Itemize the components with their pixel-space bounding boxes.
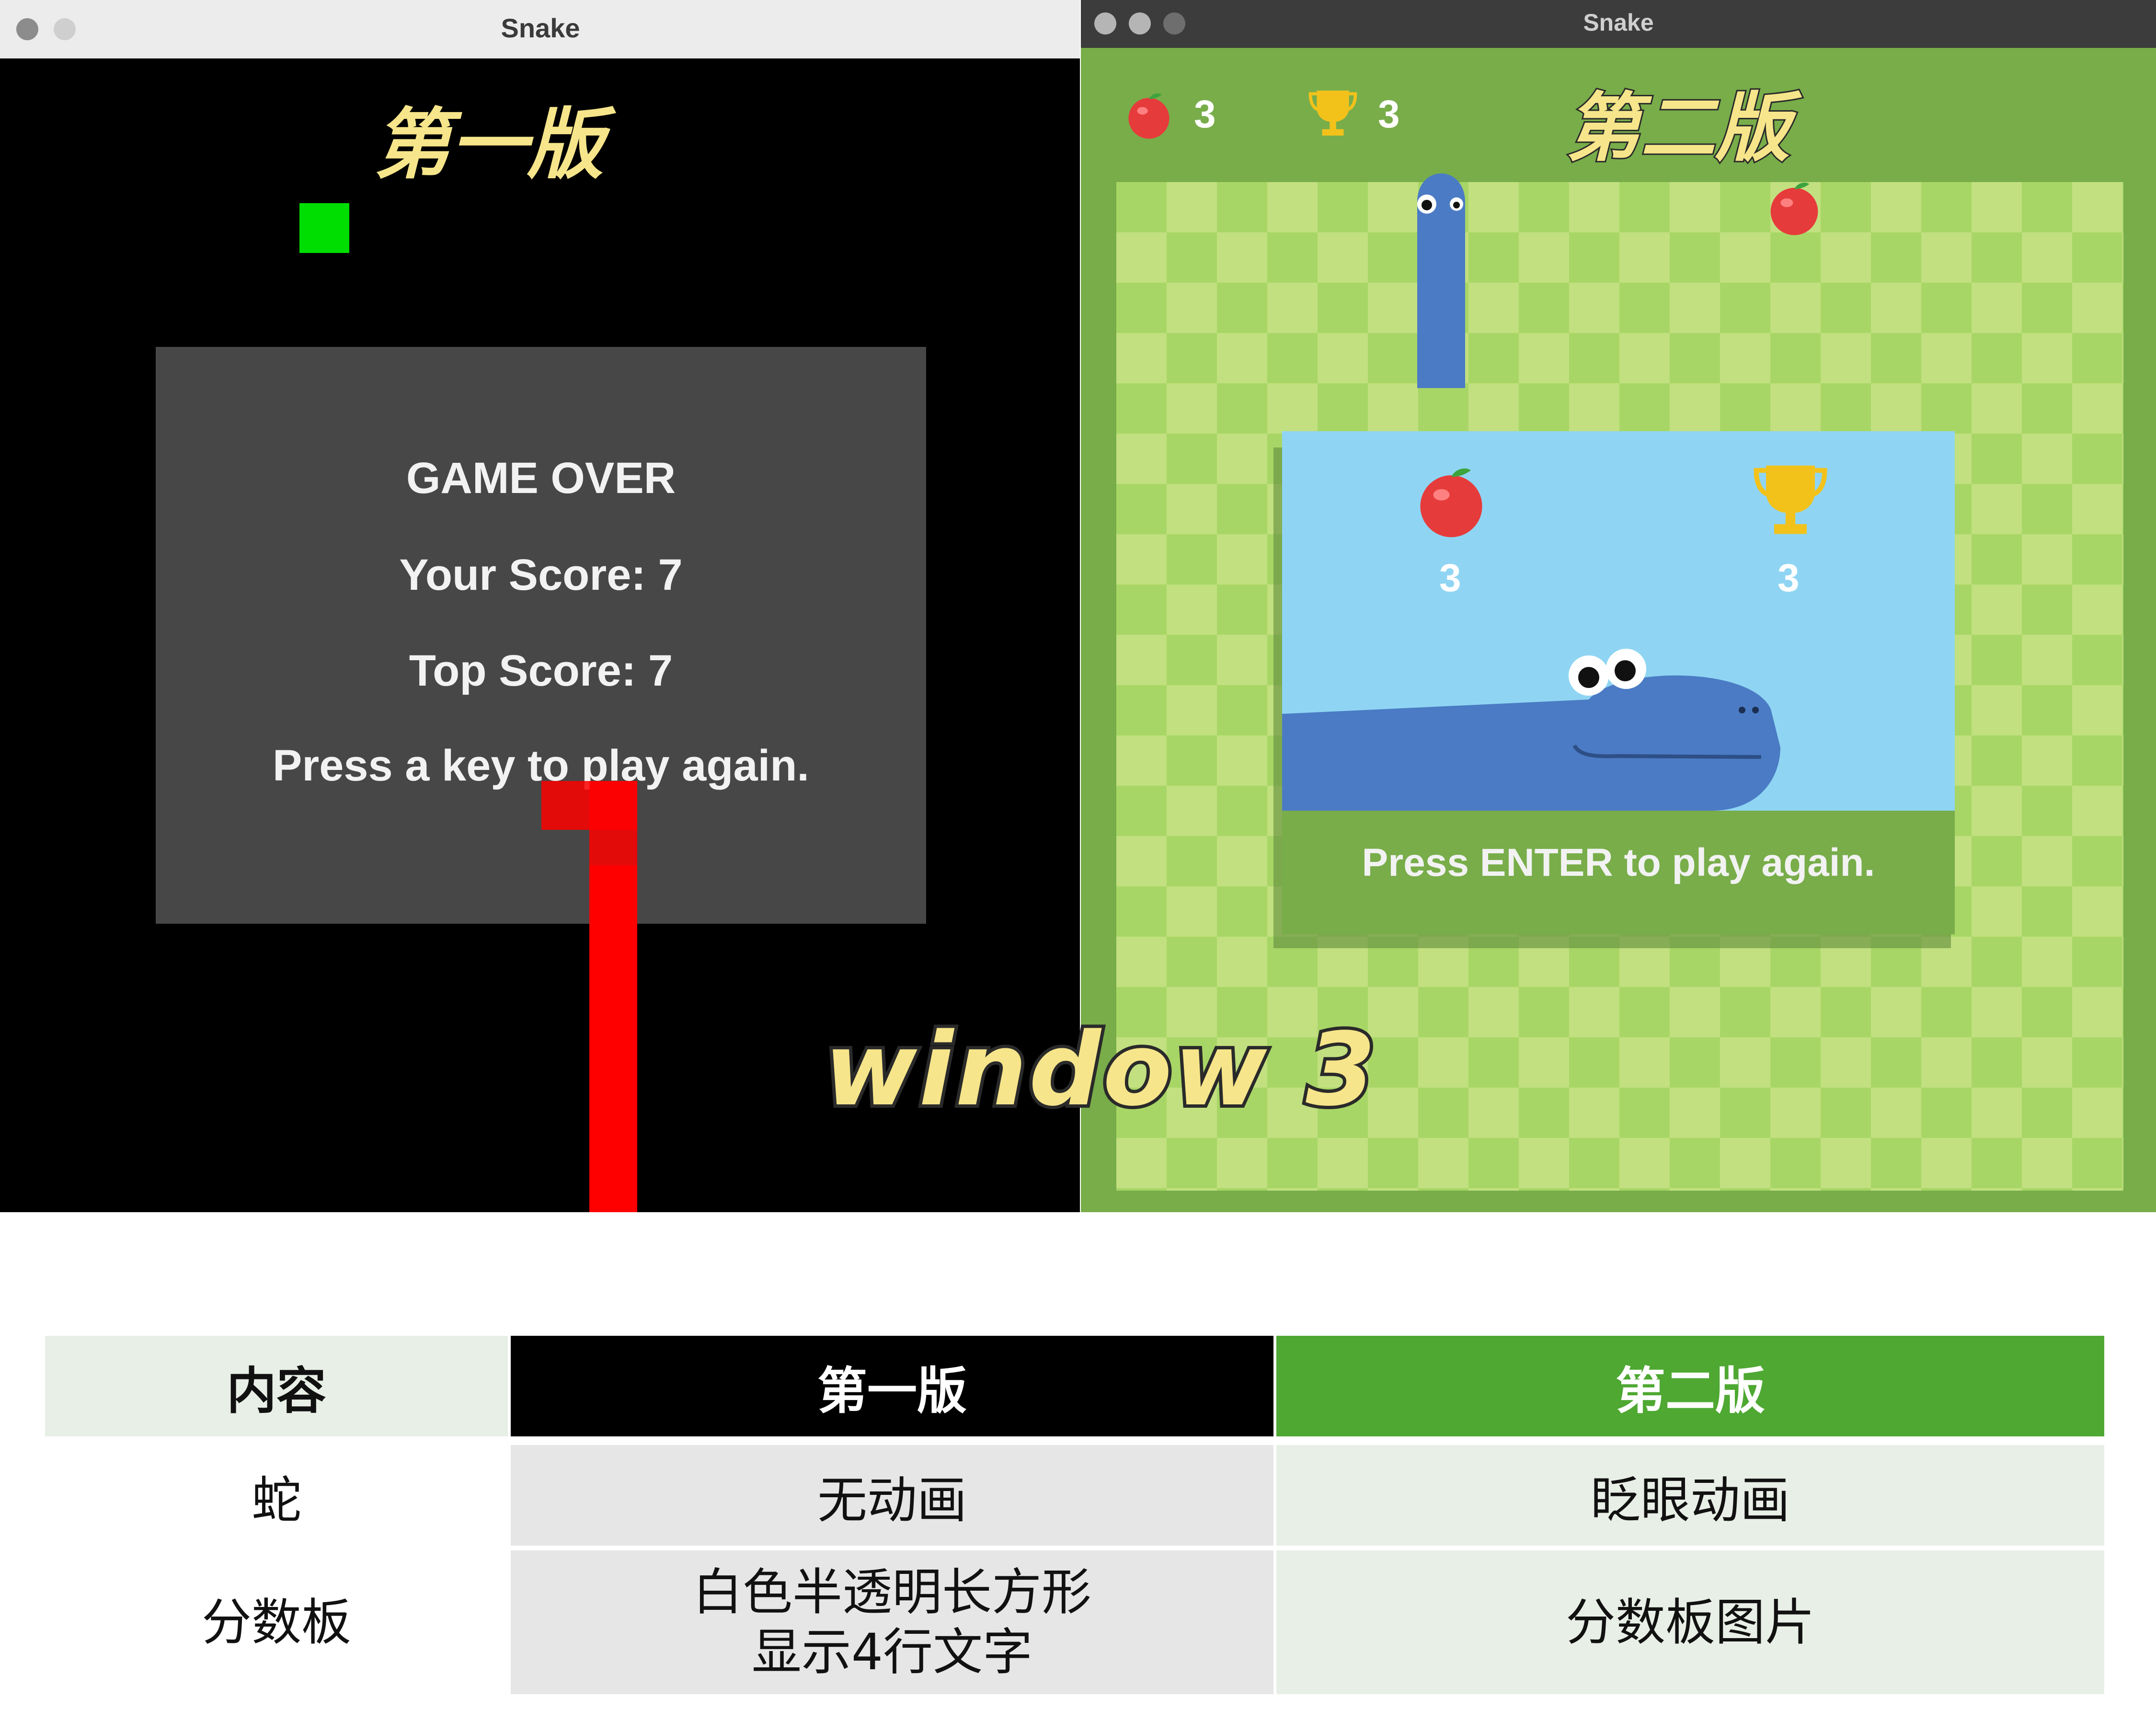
enter-to-play-prompt: Press ENTER to play again. [1362,841,1875,884]
header-version-1: 第一版 [511,1336,1273,1436]
header-version-2: 第二版 [1276,1336,2104,1436]
window2-title: Snake [1583,9,1654,36]
row-item-snake: 蛇 [45,1436,508,1546]
board-apple-icon [1770,183,1818,235]
window1-close-button[interactable] [16,18,38,40]
snake-body-upper [589,781,637,865]
scoreboard-footer: Press ENTER to play again. [1282,811,1955,934]
window2-zoom-button[interactable] [1163,12,1185,34]
table-row: 分数板 白色半透明长方形 显示4行文字 分数板图片 [45,1546,2104,1694]
row-item-scoreboard: 分数板 [45,1546,508,1694]
window2-close-button[interactable] [1094,12,1116,34]
scoreboard-trophy-score: 3 [1778,556,1800,600]
scoreboard-v2-cell: 分数板图片 [1276,1546,2104,1694]
play-again-prompt: Press a key to play again. [273,741,809,790]
trophy-count: 3 [1378,92,1400,136]
snake-v2-cell: 眨眼动画 [1276,1436,2104,1546]
window1-title: Snake [501,13,580,43]
scoreboard-apple-score: 3 [1439,556,1461,600]
snake-body [589,865,637,1212]
food-block [299,203,349,253]
snake-head [1417,173,1465,241]
window2-minimize-button[interactable] [1129,12,1151,34]
comparison-table: 内容 第一版 第二版 蛇 无动画 眨眼动画 分数板 白色半透明长方形 显示4行文… [42,1336,2107,1694]
window1-minimize-button[interactable] [54,18,76,40]
scoreboard-apple-icon [1420,468,1482,538]
window1-titlebar: Snake [0,0,1080,59]
header-item: 内容 [45,1336,508,1436]
game-over-heading: GAME OVER [406,454,676,503]
table-row: 蛇 无动画 眨眼动画 [45,1436,2104,1546]
top-score-text: Top Score: 7 [409,646,673,695]
scoreboard-trophy-icon [1754,465,1827,534]
table-header-row: 内容 第一版 第二版 [45,1336,2104,1436]
scoreboard-v1-cell: 白色半透明长方形 显示4行文字 [511,1546,1273,1694]
your-score-text: Your Score: 7 [399,551,683,599]
version-2-label: 第二版 [1564,83,1791,173]
sleeping-snake-illustration [1282,649,1780,811]
window2-titlebar: Snake [1081,0,2156,48]
scoreboard-panel: 3 3 Press ENTER to play again. [1282,431,1955,934]
version-1-label: 第一版 [374,100,604,189]
scoreboard-v1-line2: 显示4行文字 [751,1623,1033,1681]
game-over-scoreboard: GAME OVER Your Score: 7 Top Score: 7 Pre… [156,347,926,924]
trophy-icon [1308,90,1357,136]
apple-count: 3 [1194,92,1216,136]
snake-v1-cell: 无动画 [511,1436,1273,1546]
scoreboard-v1-line1: 白色半透明长方形 [692,1563,1091,1622]
apple-icon [1128,93,1170,139]
window-number-label: window 3 [821,1008,1379,1132]
